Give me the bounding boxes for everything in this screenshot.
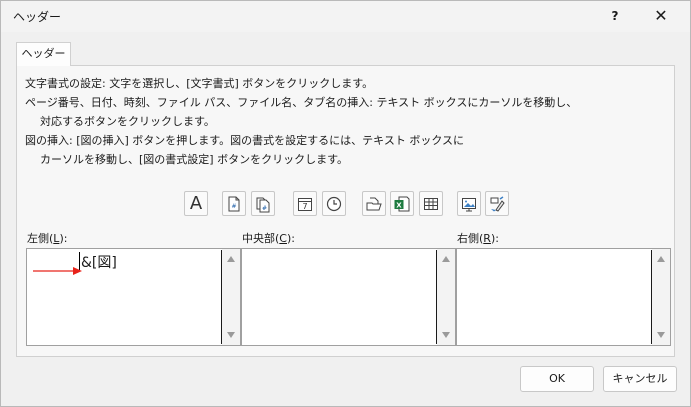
format-picture-button[interactable] [485,191,509,216]
svg-text:X: X [396,201,402,209]
pages-icon: # [256,197,270,212]
left-section-input[interactable]: &[図] [26,248,241,346]
tab-header[interactable]: ヘッダー [16,42,71,66]
calendar-day: 7 [303,202,308,211]
scroll-down-arrow-icon[interactable] [227,332,235,338]
format-text-button[interactable]: A [184,191,208,216]
cancel-button[interactable]: キャンセル [603,366,677,392]
scroll-up-arrow-icon[interactable] [442,256,450,262]
format-picture-icon [490,195,505,212]
insert-file-path-button[interactable] [362,191,386,216]
left-section-label: 左側(L): [27,232,68,245]
scroll-up-arrow-icon[interactable] [657,256,665,262]
instruction-line: 文字書式の設定: 文字を選択し、[文字書式] ボタンをクリックします。 [25,77,374,90]
scroll-up-arrow-icon[interactable] [227,256,235,262]
right-section-input[interactable] [456,248,671,346]
center-section-input[interactable] [241,248,456,346]
sheet-grid-icon [424,197,438,210]
clock-icon [326,196,342,211]
ok-button[interactable]: OK [520,366,594,392]
excel-file-icon: X [394,196,410,211]
center-section-label: 中央部(C): [242,232,295,245]
help-button[interactable]: ? [595,4,635,28]
instructions: 文字書式の設定: 文字を選択し、[文字書式] ボタンをクリックします。 ページ番… [25,74,665,169]
right-section-content[interactable] [457,249,652,345]
insert-number-of-pages-button[interactable]: # [251,191,275,216]
instruction-line: ページ番号、日付、時刻、ファイル パス、ファイル名、タブ名の挿入: テキスト ボ… [25,96,578,109]
center-section-content[interactable] [242,249,437,345]
folder-icon [366,197,382,210]
right-section-label: 右側(R): [457,232,499,245]
instruction-line: 対応するボタンをクリックします。 [40,115,215,128]
title-bar: ヘッダー ? ✕ [1,1,690,32]
annotation-arrow-icon [33,267,82,275]
header-panel: 文字書式の設定: 文字を選択し、[文字書式] ボタンをクリックします。 ページ番… [16,65,675,357]
left-section-scrollbar[interactable] [222,249,240,345]
instruction-line: カーソルを移動し、[図の書式設定] ボタンをクリックします。 [40,153,348,166]
scroll-down-arrow-icon[interactable] [657,332,665,338]
insert-file-name-button[interactable]: X [390,191,414,216]
scroll-down-arrow-icon[interactable] [442,332,450,338]
insert-time-button[interactable] [322,191,346,216]
instruction-line: 図の挿入: [図の挿入] ボタンを押します。図の書式を設定するには、テキスト ボ… [25,134,465,147]
page-number-icon: # [228,196,240,211]
header-toolbar: A # # 7 X [17,191,674,217]
calendar-icon: 7 [298,197,312,211]
center-section-scrollbar[interactable] [437,249,455,345]
insert-page-number-button[interactable]: # [222,191,246,216]
left-section-text: &[図] [81,255,117,271]
close-button[interactable]: ✕ [641,4,681,28]
picture-icon [462,197,476,211]
text-A-icon: A [189,193,203,214]
left-section-content[interactable]: &[図] [27,249,222,345]
dialog-title: ヘッダー [13,10,62,24]
right-section-scrollbar[interactable] [652,249,670,345]
header-dialog: ヘッダー ? ✕ ヘッダー 文字書式の設定: 文字を選択し、[文字書式] ボタン… [0,0,691,407]
insert-sheet-name-button[interactable] [419,191,443,216]
svg-text:#: # [262,205,267,212]
svg-text:#: # [232,203,237,210]
insert-picture-button[interactable] [457,191,481,216]
insert-date-button[interactable]: 7 [293,191,317,216]
